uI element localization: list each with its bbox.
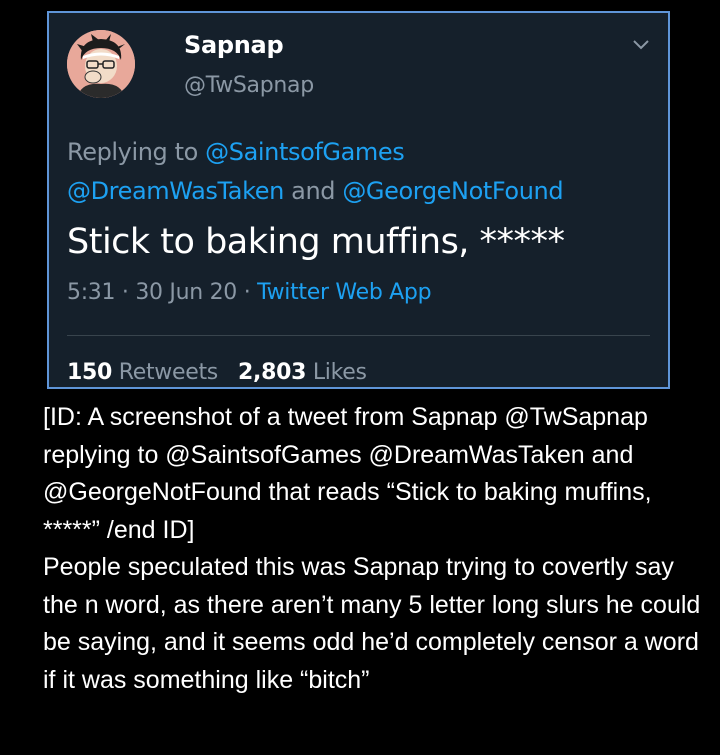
mention-dreamwastaken[interactable]: @DreamWasTaken — [67, 177, 284, 205]
retweets-stat[interactable]: 150 Retweets — [67, 360, 218, 385]
tweet-source[interactable]: Twitter Web App — [257, 280, 431, 305]
tweet-time[interactable]: 5:31 — [67, 280, 116, 305]
retweets-label: Retweets — [118, 360, 219, 385]
chevron-down-icon[interactable] — [632, 39, 650, 51]
retweets-count: 150 — [67, 360, 113, 385]
replying-and: and — [291, 177, 336, 205]
display-name[interactable]: Sapnap — [184, 31, 284, 59]
meta-separator-2: · — [243, 280, 251, 305]
likes-label: Likes — [312, 360, 367, 385]
replying-to: Replying to @SaintsofGames @DreamWasTake… — [67, 133, 667, 211]
tweet-card: Sapnap @TwSapnap Replying to @SaintsofGa… — [47, 11, 670, 389]
likes-count: 2,803 — [238, 360, 307, 385]
caption-body-text: People speculated this was Sapnap trying… — [43, 553, 701, 694]
tweet-meta: 5:31 · 30 Jun 20 · Twitter Web App — [67, 280, 432, 305]
meta-separator: · — [121, 280, 129, 305]
avatar[interactable] — [67, 30, 135, 98]
mention-georgenotfound[interactable]: @GeorgeNotFound — [342, 177, 563, 205]
tweet-stats: 150 Retweets 2,803 Likes — [67, 360, 367, 385]
divider — [67, 335, 650, 336]
image-caption: [ID: A screenshot of a tweet from Sapnap… — [43, 399, 703, 699]
likes-stat[interactable]: 2,803 Likes — [238, 360, 367, 385]
mention-saintsofgames[interactable]: @SaintsofGames — [205, 138, 405, 166]
replying-label: Replying to — [67, 138, 198, 166]
tweet-date[interactable]: 30 Jun 20 — [135, 280, 237, 305]
tweet-text: Stick to baking muffins, ***** — [67, 222, 565, 262]
user-handle[interactable]: @TwSapnap — [184, 73, 314, 98]
avatar-image — [67, 30, 135, 98]
caption-id-text: [ID: A screenshot of a tweet from Sapnap… — [43, 403, 652, 544]
